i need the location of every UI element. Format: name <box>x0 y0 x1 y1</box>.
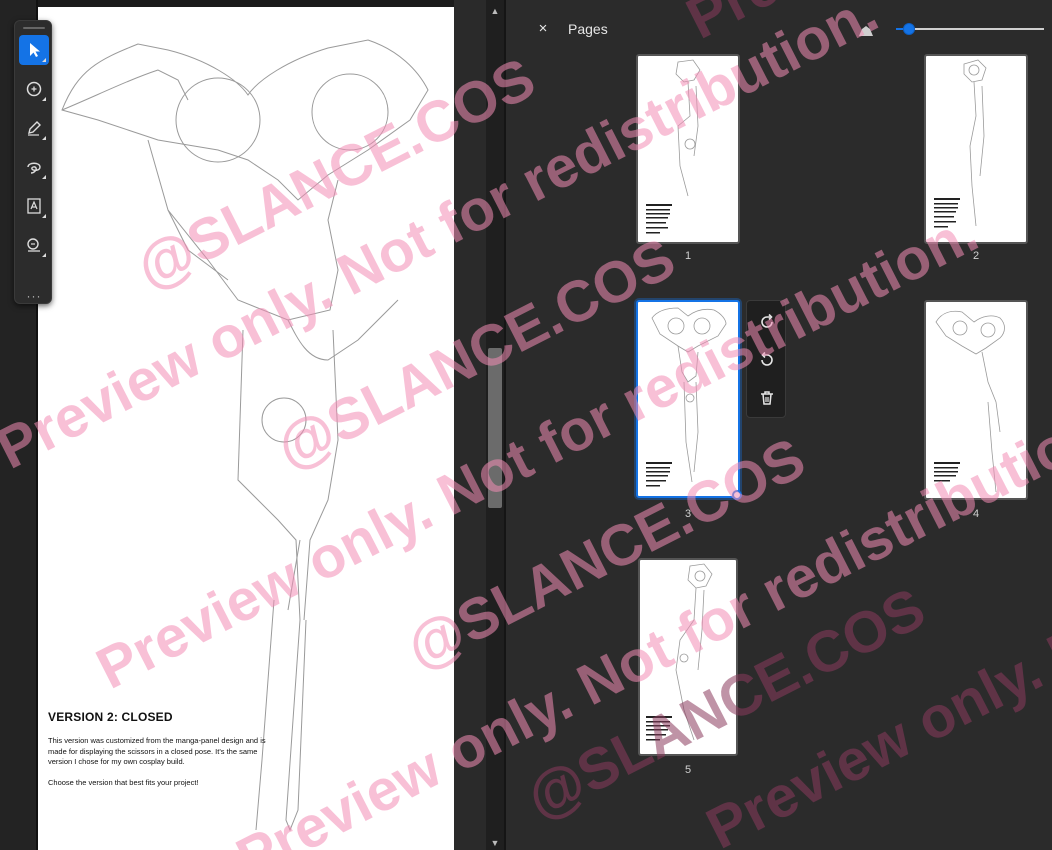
thumbnail-zoom-slider[interactable] <box>896 23 1044 35</box>
document-heading: VERSION 2: CLOSED <box>48 710 173 724</box>
pen-icon <box>28 121 41 136</box>
page-thumbnail-4[interactable]: 4 <box>924 300 1028 526</box>
more-tools-button[interactable]: ··· <box>19 290 49 303</box>
freehand-tool[interactable] <box>19 152 49 182</box>
rotate-ccw-icon <box>761 351 773 366</box>
page-number: 3 <box>684 508 692 520</box>
tool-options-icon <box>42 214 46 218</box>
document-top-edge <box>38 0 454 7</box>
thumbnail-frame-selected <box>636 300 740 498</box>
text-tool[interactable] <box>19 191 49 221</box>
app-window: VERSION 2: CLOSED This version was custo… <box>0 0 1052 850</box>
page-number: 4 <box>972 508 980 520</box>
page-thumbnail-3[interactable]: 3 <box>636 300 742 526</box>
scrollbar-thumb[interactable] <box>488 348 502 508</box>
comment-tool[interactable] <box>19 74 49 104</box>
tools-toolbar: ··· <box>14 20 52 304</box>
page-thumbnail-5[interactable]: 5 <box>638 558 742 782</box>
select-tool[interactable] <box>19 35 49 65</box>
pages-panel-header: × Pages <box>506 0 1052 56</box>
thumbnail-preview <box>934 310 1005 493</box>
tool-options-icon <box>42 97 46 101</box>
thumbnail-preview <box>646 307 727 487</box>
trash-icon <box>761 391 773 405</box>
thumbnail-resize-handle[interactable] <box>732 490 742 500</box>
thumbnail-preview <box>934 59 987 228</box>
document-text-block: VERSION 2: CLOSED This version was custo… <box>48 710 278 798</box>
rotate-counterclockwise-button[interactable] <box>752 345 782 375</box>
thumbnail-preview <box>646 563 713 741</box>
thumbnail-frame <box>636 54 740 244</box>
toolbar-drag-handle[interactable] <box>23 27 45 29</box>
comment-icon <box>26 81 42 97</box>
draw-tool[interactable] <box>19 113 49 143</box>
thumbnail-frame <box>924 300 1028 500</box>
page-number: 2 <box>972 250 980 262</box>
text-box-icon <box>27 198 41 214</box>
panel-title: Pages <box>568 21 608 37</box>
thumbnail-frame <box>638 558 738 756</box>
scroll-down-icon[interactable]: ▼ <box>486 836 504 850</box>
scroll-up-icon[interactable]: ▲ <box>486 4 504 18</box>
thumbnail-preview <box>646 59 701 234</box>
slider-track <box>906 28 1044 30</box>
document-paragraph: Choose the version that best fits your p… <box>48 777 199 787</box>
page-actions-menu <box>746 300 786 418</box>
page-thumbnail-1[interactable]: 1 <box>636 54 740 268</box>
delete-page-button[interactable] <box>752 383 782 413</box>
document-page[interactable]: VERSION 2: CLOSED This version was custo… <box>38 0 454 850</box>
tool-options-icon <box>42 253 46 257</box>
document-side-strip <box>454 0 486 850</box>
page-number: 5 <box>684 764 692 776</box>
tool-options-icon <box>42 58 46 62</box>
page-number: 1 <box>684 250 692 262</box>
document-paragraph: This version was customized from the man… <box>48 736 266 766</box>
rotate-clockwise-button[interactable] <box>752 307 782 337</box>
sign-icon <box>27 238 40 252</box>
thumbnail-size-icon <box>859 26 873 36</box>
tool-options-icon <box>42 136 46 140</box>
rotate-cw-icon <box>761 313 773 328</box>
sign-tool[interactable] <box>19 230 49 260</box>
pages-panel: × Pages 1 2 3 4 5 <box>506 0 1052 850</box>
close-panel-button[interactable]: × <box>534 20 552 38</box>
thumbnail-frame <box>924 54 1028 244</box>
slider-knob[interactable] <box>903 23 915 35</box>
page-thumbnail-2[interactable]: 2 <box>924 54 1028 268</box>
cursor-icon <box>30 43 40 57</box>
document-body: This version was customized from the man… <box>48 736 278 788</box>
lasso-icon <box>27 162 41 174</box>
tool-options-icon <box>42 175 46 179</box>
